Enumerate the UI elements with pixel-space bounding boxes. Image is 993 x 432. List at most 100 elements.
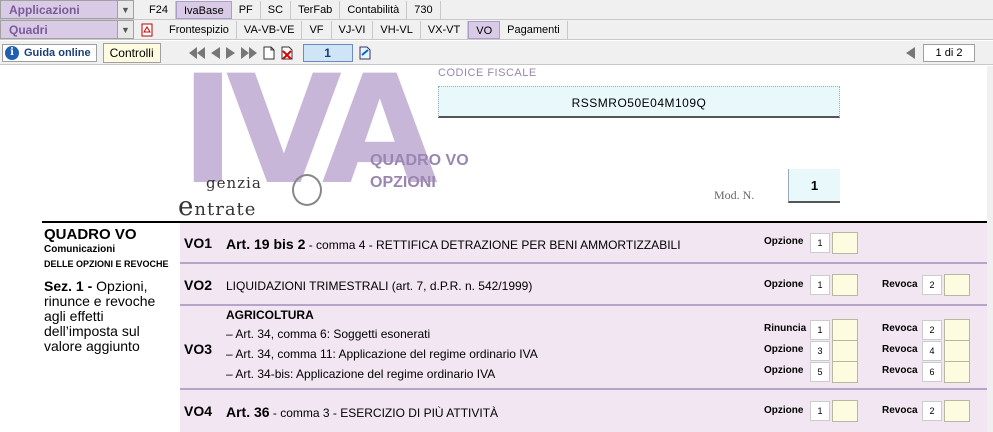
row-code: VO4: [184, 403, 213, 419]
next-page-icon[interactable]: [225, 46, 235, 59]
new-page-icon[interactable]: [263, 46, 275, 60]
tab-f24[interactable]: F24: [142, 0, 176, 19]
box-number: 5: [810, 362, 830, 382]
vo2-opzione-input[interactable]: [832, 274, 858, 296]
vo3-opzione-input-1[interactable]: [832, 340, 858, 362]
guida-online-label: Guida online: [24, 46, 91, 59]
row-vo3: VO3 AGRICOLTURA – Art. 34, comma 6: Sogg…: [180, 306, 987, 390]
tab-vo[interactable]: VO: [468, 20, 501, 39]
applicazioni-label: Applicazioni: [9, 2, 80, 17]
vo4-opzione-input[interactable]: [832, 400, 858, 422]
tab-730[interactable]: 730: [407, 0, 441, 19]
tab-vh-vl[interactable]: VH-VL: [373, 20, 421, 39]
revoca-label: Revoca: [882, 405, 918, 416]
vo3-opzione-input-2[interactable]: [832, 361, 858, 383]
delete-page-icon[interactable]: [281, 46, 293, 60]
quadro-title: QUADRO VO OPZIONI: [370, 150, 469, 194]
revoca-label: Revoca: [882, 279, 918, 290]
menu-row-quadri: Quadri ▼ Frontespizio VA-VB-VE VF VJ-VI …: [0, 20, 993, 40]
pager: 1 di 2: [906, 43, 975, 62]
vo3-revoca-input-3[interactable]: [944, 361, 970, 383]
emblem-icon: [292, 174, 322, 206]
box-number: 2: [922, 275, 942, 295]
box-number: 1: [810, 320, 830, 340]
row-description: LIQUIDAZIONI TRIMESTRALI (art. 7, d.P.R.…: [226, 279, 533, 293]
scrollbar[interactable]: [987, 66, 993, 432]
row-vo2: VO2 LIQUIDAZIONI TRIMESTRALI (art. 7, d.…: [180, 264, 987, 306]
menu-row-applicazioni: Applicazioni ▼ F24 IvaBase PF SC TerFab …: [0, 0, 993, 20]
row-description: Art. 19 bis 2 - comma 4 - RETTIFICA DETR…: [226, 236, 681, 252]
applicazioni-dropdown[interactable]: Applicazioni ▼: [0, 0, 134, 19]
opzione-label: Opzione: [764, 405, 804, 416]
entrate-text: entrate: [178, 192, 257, 222]
mod-n-field[interactable]: 1: [788, 169, 840, 203]
section-description: QUADRO VO Comunicazioni delle opzioni e …: [44, 226, 179, 354]
tab-pagamenti[interactable]: Pagamenti: [500, 20, 568, 39]
tab-ivabase[interactable]: IvaBase: [175, 0, 232, 19]
guida-online-button[interactable]: i Guida online: [2, 43, 97, 62]
pdf-icon[interactable]: [140, 23, 154, 37]
codice-fiscale-label: CODICE FISCALE: [438, 67, 537, 79]
pager-previous-icon[interactable]: [906, 46, 915, 59]
tab-sc[interactable]: SC: [261, 0, 292, 19]
agenzia-entrate-logo: genzia entrate: [178, 174, 262, 222]
codice-fiscale-field[interactable]: RSSMRO50E04M109Q: [438, 86, 840, 118]
left-section-text: Sez. 1 - Opzioni, rinunce e revoche agli…: [44, 278, 156, 354]
tab-frontespizio[interactable]: Frontespizio: [162, 20, 237, 39]
left-title: QUADRO VO: [44, 226, 137, 243]
quadri-tabs: Frontespizio VA-VB-VE VF VJ-VI VH-VL VX-…: [162, 20, 568, 40]
last-page-icon[interactable]: [240, 46, 257, 59]
row-line-3: – Art. 34-bis: Applicazione del regime o…: [226, 367, 496, 381]
vo3-revoca-input-1[interactable]: [944, 319, 970, 341]
revoca-label: Revoca: [882, 365, 918, 376]
first-page-icon[interactable]: [188, 46, 205, 59]
app-tabs: F24 IvaBase PF SC TerFab Contabilità 730: [142, 0, 441, 20]
vo4-revoca-input[interactable]: [944, 400, 970, 422]
opzione-label: Opzione: [764, 365, 804, 376]
revoca-label: Revoca: [882, 323, 918, 334]
info-icon: i: [5, 45, 19, 60]
tab-vf[interactable]: VF: [302, 20, 332, 39]
row-description: Art. 36 - comma 3 - ESERCIZIO DI PIÙ ATT…: [226, 404, 499, 420]
opzione-label: Opzione: [764, 236, 804, 247]
search-page-icon[interactable]: [359, 46, 373, 60]
tab-vx-vt[interactable]: VX-VT: [421, 20, 469, 39]
tab-contabilita[interactable]: Contabilità: [340, 0, 408, 19]
quadri-dropdown[interactable]: Quadri ▼: [0, 20, 134, 39]
row-code: VO2: [184, 277, 213, 293]
agenzia-text: genzia: [206, 174, 262, 192]
box-number: 2: [922, 401, 942, 421]
row-code: VO1: [184, 235, 213, 251]
box-number: 1: [810, 233, 830, 253]
tab-va-vb-ve[interactable]: VA-VB-VE: [237, 20, 303, 39]
row-vo1: VO1 Art. 19 bis 2 - comma 4 - RETTIFICA …: [180, 223, 987, 264]
page-number-field[interactable]: 1: [302, 43, 353, 62]
quadri-label: Quadri: [9, 22, 48, 37]
vo3-revoca-input-2[interactable]: [944, 340, 970, 362]
tab-vj-vi[interactable]: VJ-VI: [332, 20, 374, 39]
opzione-label: Opzione: [764, 344, 804, 355]
quadro-title-text: QUADRO VO: [370, 152, 469, 169]
page-navigation: 1: [188, 43, 373, 62]
box-number: 1: [810, 275, 830, 295]
tab-pf[interactable]: PF: [232, 0, 261, 19]
row-line-2: – Art. 34, comma 11: Applicazione del re…: [226, 347, 538, 361]
row-heading: AGRICOLTURA: [226, 308, 314, 322]
tab-terfab[interactable]: TerFab: [291, 0, 341, 19]
opzione-label: Opzione: [764, 279, 804, 290]
left-subtitle: Comunicazioni delle opzioni e revoche: [44, 244, 169, 269]
box-number: 4: [922, 341, 942, 361]
chevron-down-icon[interactable]: ▼: [117, 1, 133, 18]
controlli-button[interactable]: Controlli: [102, 42, 161, 63]
revoca-label: Revoca: [882, 344, 918, 355]
box-number: 1: [810, 401, 830, 421]
pager-indicator: 1 di 2: [923, 43, 975, 62]
row-code: VO3: [184, 341, 213, 357]
previous-page-icon[interactable]: [210, 46, 220, 59]
vo2-revoca-input[interactable]: [944, 274, 970, 296]
vo3-rinuncia-input[interactable]: [832, 319, 858, 341]
box-number: 3: [810, 341, 830, 361]
box-number: 2: [922, 320, 942, 340]
chevron-down-icon[interactable]: ▼: [117, 21, 133, 38]
vo1-opzione-input[interactable]: [832, 232, 858, 254]
